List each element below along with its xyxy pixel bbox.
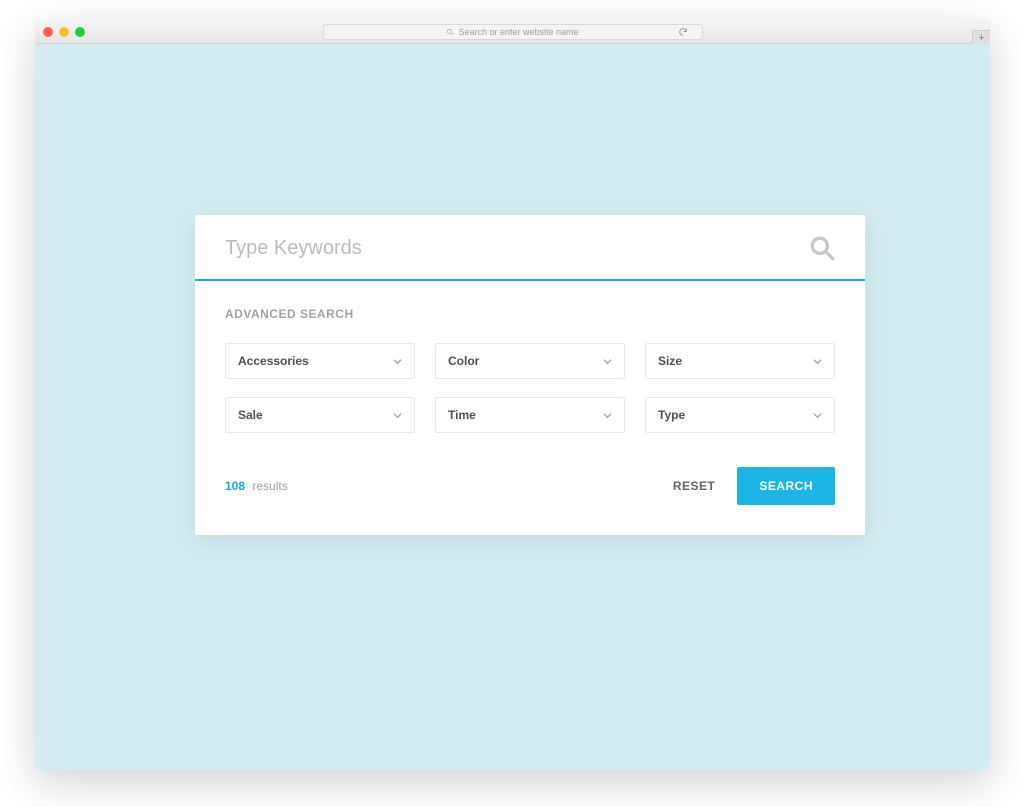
keyword-input[interactable] bbox=[225, 237, 809, 260]
sale-select[interactable]: Sale bbox=[225, 397, 415, 433]
reload-button[interactable] bbox=[676, 25, 690, 39]
color-select[interactable]: Color bbox=[435, 343, 625, 379]
reset-button[interactable]: RESET bbox=[673, 479, 716, 493]
reload-icon bbox=[678, 27, 688, 37]
filter-grid: Accessories Color Size Sale Time bbox=[225, 343, 835, 433]
address-placeholder: Search or enter website name bbox=[458, 27, 578, 37]
advanced-search-section: ADVANCED SEARCH Accessories Color Size S… bbox=[195, 281, 865, 535]
select-label: Color bbox=[448, 354, 479, 368]
select-label: Accessories bbox=[238, 354, 309, 368]
new-tab-button[interactable]: + bbox=[972, 30, 990, 44]
address-bar[interactable]: Search or enter website name bbox=[323, 24, 703, 40]
search-card: ADVANCED SEARCH Accessories Color Size S… bbox=[195, 215, 865, 535]
advanced-title: ADVANCED SEARCH bbox=[225, 307, 835, 321]
chevron-down-icon bbox=[603, 411, 612, 420]
chevron-down-icon bbox=[813, 357, 822, 366]
select-label: Sale bbox=[238, 408, 263, 422]
chevron-down-icon bbox=[603, 357, 612, 366]
search-icon bbox=[446, 28, 454, 36]
size-select[interactable]: Size bbox=[645, 343, 835, 379]
card-footer: 108 results RESET SEARCH bbox=[225, 467, 835, 505]
keyword-search-row bbox=[195, 215, 865, 281]
time-select[interactable]: Time bbox=[435, 397, 625, 433]
select-label: Type bbox=[658, 408, 685, 422]
titlebar: Search or enter website name + bbox=[35, 20, 990, 44]
select-label: Size bbox=[658, 354, 682, 368]
action-buttons: RESET SEARCH bbox=[673, 467, 835, 505]
browser-window: Search or enter website name + ADVANCED … bbox=[35, 20, 990, 770]
chevron-down-icon bbox=[393, 357, 402, 366]
results-count: 108 results bbox=[225, 479, 288, 493]
type-select[interactable]: Type bbox=[645, 397, 835, 433]
minimize-window-button[interactable] bbox=[59, 27, 69, 37]
results-number: 108 bbox=[225, 479, 245, 493]
window-controls bbox=[43, 27, 85, 37]
results-label: results bbox=[252, 479, 287, 493]
close-window-button[interactable] bbox=[43, 27, 53, 37]
chevron-down-icon bbox=[813, 411, 822, 420]
chevron-down-icon bbox=[393, 411, 402, 420]
maximize-window-button[interactable] bbox=[75, 27, 85, 37]
accessories-select[interactable]: Accessories bbox=[225, 343, 415, 379]
search-button[interactable]: SEARCH bbox=[737, 467, 835, 505]
select-label: Time bbox=[448, 408, 476, 422]
search-icon[interactable] bbox=[809, 235, 835, 261]
